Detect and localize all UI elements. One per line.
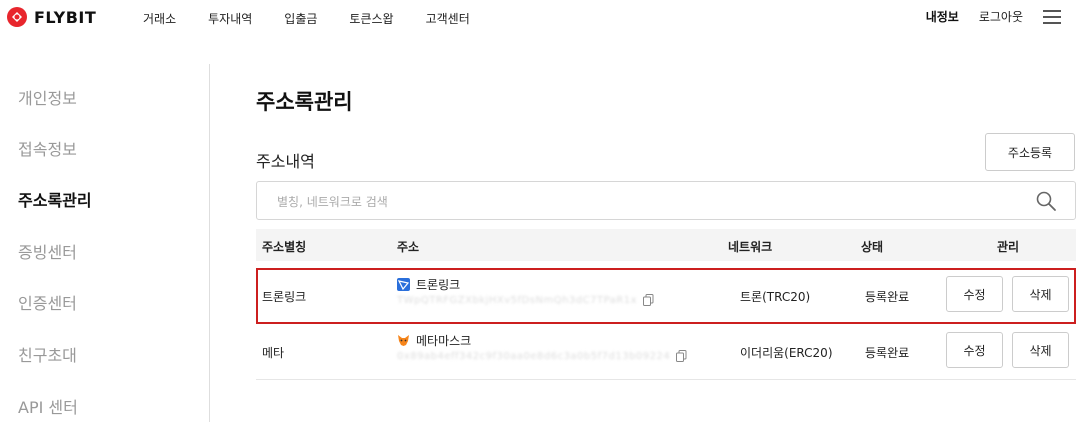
search-input[interactable] — [275, 191, 999, 213]
sidebar-item-auth-center[interactable]: 인증센터 — [18, 290, 77, 314]
logo-text: FLYBIT — [34, 7, 97, 27]
main-nav: 거래소 투자내역 입출금 토큰스왑 고객센터 — [143, 10, 470, 27]
delete-button[interactable]: 삭제 — [1012, 332, 1069, 368]
page-title: 주소록관리 — [256, 90, 353, 114]
row-wallet: 트론링크 — [397, 276, 460, 293]
top-header: FLYBIT 거래소 투자내역 입출금 토큰스왑 고객센터 내정보 로그아웃 — [0, 0, 1083, 38]
row-address-text: TWpQTRFGZXbkjHXv5fDsNmQh3dC7TPaR1x — [397, 294, 638, 306]
row-address: TWpQTRFGZXbkjHXv5fDsNmQh3dC7TPaR1x — [397, 294, 654, 306]
section-title: 주소내역 — [256, 152, 315, 171]
header-manage: 관리 — [997, 240, 1020, 254]
row-wallet-name: 메타마스크 — [416, 334, 472, 348]
edit-button[interactable]: 수정 — [946, 332, 1003, 368]
sidebar-item-api-center[interactable]: API 센터 — [18, 394, 78, 418]
metamask-fox-icon — [398, 335, 409, 346]
search-box — [256, 181, 1076, 220]
search-icon[interactable] — [1035, 190, 1057, 212]
sidebar-item-access-info[interactable]: 접속정보 — [18, 136, 77, 160]
row-wallet-name: 트론링크 — [416, 278, 461, 292]
row-alias: 메타 — [262, 346, 285, 360]
sidebar: 개인정보 접속정보 주소록관리 증빙센터 인증센터 친구초대 API 센터 — [0, 64, 210, 422]
row-wallet: 메타마스크 — [397, 332, 471, 349]
flybit-logo-icon — [7, 7, 27, 27]
row-status: 등록완료 — [865, 346, 910, 360]
menu-icon[interactable] — [1043, 9, 1061, 24]
table-row: 트론링크 트론링크 TWpQTRFGZXbkjHXv5fDsNmQh3dC7TP… — [256, 268, 1076, 324]
row-network: 트론(TRC20) — [740, 290, 811, 304]
header-status: 상태 — [861, 240, 884, 254]
copy-icon[interactable] — [643, 294, 654, 306]
sidebar-item-certificate-center[interactable]: 증빙센터 — [18, 239, 77, 263]
my-info-link[interactable]: 내정보 — [926, 8, 959, 25]
row-network: 이더리움(ERC20) — [740, 346, 833, 360]
nav-token-swap[interactable]: 토큰스왑 — [349, 10, 393, 27]
edit-button[interactable]: 수정 — [946, 276, 1003, 312]
copy-icon[interactable] — [676, 350, 687, 362]
row-address: 0x89ab4eff342c9f30aa0e8d6c3a0b5f7d13b092… — [397, 350, 687, 362]
user-nav: 내정보 로그아웃 — [926, 8, 1061, 25]
row-alias: 트론링크 — [262, 290, 307, 304]
sidebar-item-personal-info[interactable]: 개인정보 — [18, 85, 77, 109]
logout-link[interactable]: 로그아웃 — [979, 8, 1023, 25]
row-address-text: 0x89ab4eff342c9f30aa0e8d6c3a0b5f7d13b092… — [397, 350, 671, 362]
sidebar-item-address-book[interactable]: 주소록관리 — [18, 187, 92, 211]
nav-deposit-withdraw[interactable]: 입출금 — [284, 10, 317, 27]
row-status: 등록완료 — [865, 290, 910, 304]
header-alias: 주소별칭 — [262, 240, 307, 254]
header-address: 주소 — [397, 240, 420, 254]
table-header: 주소별칭 주소 네트워크 상태 관리 — [256, 229, 1076, 261]
header-network: 네트워크 — [728, 240, 773, 254]
register-address-button[interactable]: 주소등록 — [985, 133, 1075, 171]
sidebar-item-invite-friends[interactable]: 친구초대 — [18, 342, 77, 366]
delete-button[interactable]: 삭제 — [1012, 276, 1069, 312]
tronlink-icon — [397, 278, 410, 291]
logo[interactable]: FLYBIT — [6, 6, 96, 28]
nav-investment-history[interactable]: 투자내역 — [208, 10, 252, 27]
nav-exchange[interactable]: 거래소 — [143, 10, 176, 27]
nav-customer-center[interactable]: 고객센터 — [426, 10, 470, 27]
table-row: 메타 메타마스크 0x89ab4eff342c9f30aa0e8d6c3a0b5… — [256, 324, 1076, 380]
